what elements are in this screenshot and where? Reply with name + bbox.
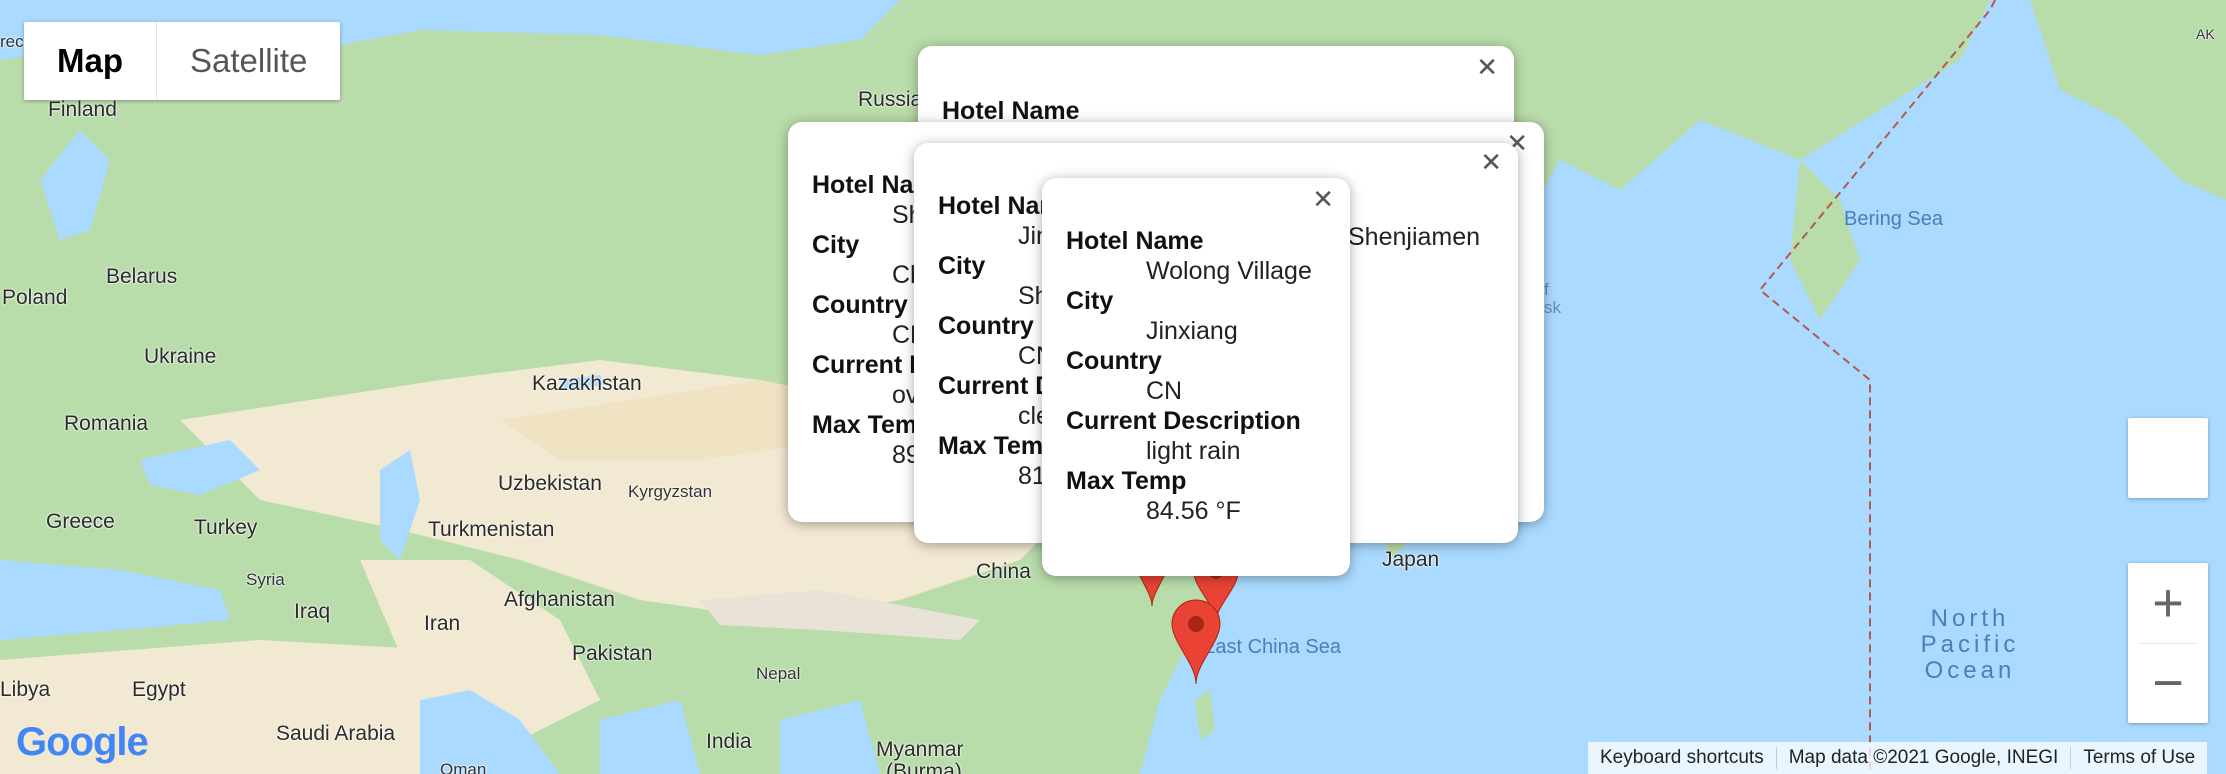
label-iran: Iran: [424, 612, 461, 635]
map-marker[interactable]: [1171, 599, 1221, 685]
label-afghanistan: Afghanistan: [504, 588, 615, 611]
info-window: ✕ Hotel Name Wolong Village City Jinxian…: [1042, 178, 1350, 576]
label-egypt: Egypt: [132, 678, 186, 701]
hotel-name-value: Wolong Village: [1146, 257, 1312, 285]
label-okhotsk-sk: sk: [1544, 298, 1561, 317]
google-logo: Google: [16, 720, 149, 764]
label-libya: Libya: [0, 678, 51, 701]
max-temp-value: 84.56 °F: [1146, 497, 1241, 525]
country-label: Country: [938, 312, 1034, 340]
map-canvas[interactable]: Finland Russia Belarus Poland Ukraine Ro…: [0, 0, 2226, 774]
label-greece: Greece: [46, 510, 115, 533]
label-saudi-arabia: Saudi Arabia: [276, 722, 396, 745]
label-nepal: Nepal: [756, 664, 801, 683]
label-ukraine: Ukraine: [144, 345, 217, 368]
label-kazakhstan: Kazakhstan: [532, 372, 642, 395]
hotel-name-label: Hotel Nar: [938, 192, 1050, 220]
label-turkey: Turkey: [194, 516, 258, 539]
label-myanmar: Myanmar: [876, 738, 964, 761]
map-type-satellite-button[interactable]: Satellite: [157, 22, 340, 100]
close-icon[interactable]: ✕: [1312, 184, 1334, 215]
zoom-in-button[interactable]: +: [2128, 563, 2208, 643]
label-poland: Poland: [2, 286, 68, 309]
attribution-bar: Keyboard shortcuts Map data ©2021 Google…: [1588, 742, 2208, 774]
label-bering-sea: Bering Sea: [1844, 208, 1943, 230]
terms-of-use-link[interactable]: Terms of Use: [2070, 747, 2207, 769]
city-label: City: [812, 231, 860, 259]
label-finland: Finland: [48, 98, 117, 121]
map-data-text: Map data ©2021 Google, INEGI: [1775, 747, 2071, 769]
description-label: Current Description: [1066, 407, 1301, 435]
label-rec: rec: [0, 32, 24, 51]
fullscreen-button[interactable]: [2128, 418, 2208, 498]
label-belarus: Belarus: [106, 265, 178, 288]
label-china: China: [976, 560, 1031, 583]
zoom-control: + −: [2128, 563, 2208, 723]
description-label: Current D: [938, 372, 1054, 400]
label-burma: (Burma): [886, 760, 962, 774]
map-type-control: Map Satellite: [24, 22, 341, 100]
max-temp-label: Max Temp: [1066, 467, 1187, 495]
hotel-name-label: Hotel Name: [1066, 227, 1204, 255]
close-icon[interactable]: ✕: [1480, 147, 1502, 178]
label-romania: Romania: [64, 412, 149, 435]
keyboard-shortcuts-link[interactable]: Keyboard shortcuts: [1588, 747, 1776, 769]
zoom-out-button[interactable]: −: [2128, 643, 2208, 723]
city-label: City: [1066, 287, 1114, 315]
description-value: light rain: [1146, 437, 1241, 465]
hotel-name-label: Hotel Na: [812, 171, 914, 199]
label-kyrgyzstan: Kyrgyzstan: [628, 482, 713, 501]
city-label: City: [938, 252, 986, 280]
label-iraq: Iraq: [294, 600, 331, 623]
label-japan: Japan: [1382, 548, 1440, 571]
map-type-map-button[interactable]: Map: [24, 22, 157, 100]
max-temp-label: Max Tem: [938, 432, 1044, 460]
label-russia: Russia: [858, 88, 923, 111]
country-label: Country: [1066, 347, 1162, 375]
close-icon[interactable]: ✕: [1476, 52, 1498, 83]
label-ak: AK: [2196, 26, 2215, 42]
city-value: Jinxiang: [1146, 317, 1238, 345]
label-uzbekistan: Uzbekistan: [498, 472, 602, 495]
label-pakistan: Pakistan: [572, 642, 653, 665]
label-india: India: [706, 730, 752, 753]
label-oman: Oman: [440, 760, 487, 774]
hotel-name-value-visible: Shenjiamen: [1348, 223, 1481, 251]
label-okhotsk-f: f: [1544, 280, 1549, 299]
zoom-divider: [2140, 643, 2196, 644]
description-label: Current D: [812, 351, 928, 379]
country-value: CN: [1146, 377, 1183, 405]
max-temp-label: Max Tem: [812, 411, 918, 439]
label-syria: Syria: [246, 570, 285, 589]
label-north-pacific-ocean: North Pacific Ocean: [1920, 605, 2020, 684]
country-label: Country: [812, 291, 908, 319]
label-turkmenistan: Turkmenistan: [428, 518, 555, 541]
